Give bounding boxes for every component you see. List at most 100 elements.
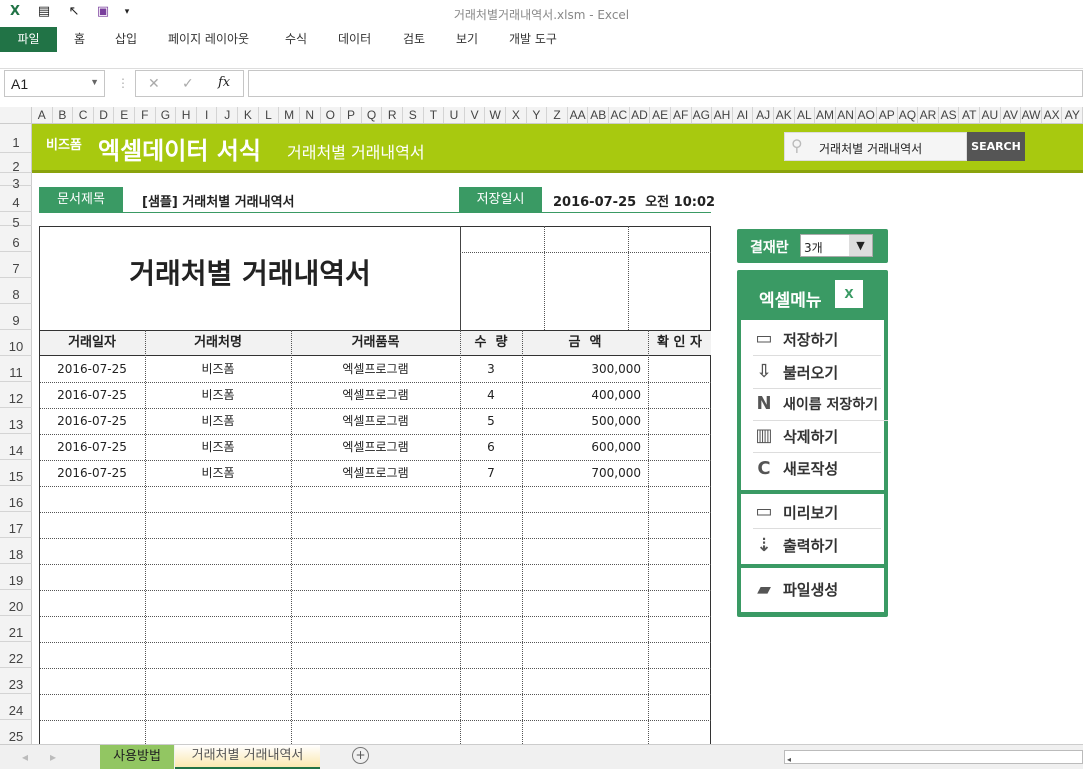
column-header[interactable]: AR: [918, 107, 939, 123]
tab-view[interactable]: 보기: [446, 27, 488, 52]
row-header[interactable]: 2: [0, 153, 32, 174]
column-header[interactable]: P: [341, 107, 362, 123]
column-header[interactable]: AF: [671, 107, 692, 123]
menu-create-file[interactable]: ▰ 파일생성: [753, 573, 881, 606]
column-header[interactable]: J: [217, 107, 239, 123]
column-header[interactable]: AO: [856, 107, 877, 123]
column-header[interactable]: D: [94, 107, 115, 123]
column-header[interactable]: AA: [568, 107, 589, 123]
column-header[interactable]: AI: [733, 107, 754, 123]
column-header[interactable]: X: [506, 107, 527, 123]
chevron-down-icon[interactable]: ▼: [849, 235, 872, 256]
row-header[interactable]: 17: [0, 512, 32, 538]
menu-print[interactable]: ⇣ 출력하기: [753, 529, 881, 562]
column-header[interactable]: F: [135, 107, 156, 123]
tab-file[interactable]: 파일: [0, 27, 57, 52]
column-header[interactable]: E: [114, 107, 136, 123]
column-header[interactable]: AV: [1001, 107, 1022, 123]
column-header[interactable]: C: [73, 107, 94, 123]
column-header[interactable]: AC: [609, 107, 630, 123]
menu-preview[interactable]: ▭ 미리보기: [753, 496, 881, 529]
column-header[interactable]: K: [238, 107, 259, 123]
tab-review[interactable]: 검토: [393, 27, 435, 52]
column-header[interactable]: Y: [527, 107, 548, 123]
row-header[interactable]: 14: [0, 434, 32, 460]
column-header[interactable]: AU: [980, 107, 1001, 123]
column-header[interactable]: S: [403, 107, 424, 123]
select-all-button[interactable]: [0, 107, 32, 124]
table-cell[interactable]: 300,000: [522, 356, 648, 382]
column-header[interactable]: AL: [795, 107, 816, 123]
column-header[interactable]: G: [156, 107, 177, 123]
table-cell[interactable]: 엑셀프로그램: [291, 356, 460, 382]
table-cell[interactable]: 비즈폼: [145, 460, 291, 486]
row-header[interactable]: 13: [0, 408, 32, 434]
chevron-down-icon[interactable]: ▼: [90, 77, 99, 87]
column-header[interactable]: N: [300, 107, 321, 123]
column-header[interactable]: AS: [939, 107, 960, 123]
table-cell[interactable]: 4: [460, 382, 522, 408]
prev-sheet-icon[interactable]: ◂: [22, 750, 28, 764]
row-header[interactable]: 8: [0, 278, 32, 304]
row-header[interactable]: 5: [0, 212, 32, 230]
column-header[interactable]: R: [382, 107, 403, 123]
column-header[interactable]: M: [279, 107, 300, 123]
column-header[interactable]: AB: [588, 107, 610, 123]
menu-new[interactable]: C 새로작성: [753, 452, 881, 485]
row-header[interactable]: 12: [0, 382, 32, 408]
table-cell[interactable]: 600,000: [522, 434, 648, 460]
add-sheet-icon[interactable]: +: [352, 747, 369, 764]
next-sheet-icon[interactable]: ▸: [50, 750, 56, 764]
tab-insert[interactable]: 삽입: [105, 27, 147, 52]
search-input[interactable]: ⚲ 거래처별 거래내역서: [784, 132, 967, 161]
table-cell[interactable]: 2016-07-25: [39, 356, 145, 382]
row-header[interactable]: 18: [0, 538, 32, 564]
table-cell[interactable]: 비즈폼: [145, 434, 291, 460]
column-header[interactable]: AY: [1062, 107, 1083, 123]
row-header[interactable]: 16: [0, 486, 32, 512]
table-cell[interactable]: 700,000: [522, 460, 648, 486]
column-header[interactable]: AQ: [898, 107, 919, 123]
table-cell[interactable]: 엑셀프로그램: [291, 408, 460, 434]
row-header[interactable]: 25: [0, 720, 32, 746]
table-cell[interactable]: 2016-07-25: [39, 460, 145, 486]
column-header[interactable]: AD: [630, 107, 651, 123]
table-cell[interactable]: 비즈폼: [145, 382, 291, 408]
table-cell[interactable]: 400,000: [522, 382, 648, 408]
row-header[interactable]: 6: [0, 226, 32, 252]
column-header[interactable]: V: [465, 107, 486, 123]
column-header[interactable]: AW: [1021, 107, 1042, 123]
column-header[interactable]: AP: [877, 107, 898, 123]
table-cell[interactable]: 비즈폼: [145, 356, 291, 382]
row-header[interactable]: 20: [0, 590, 32, 616]
tab-formulas[interactable]: 수식: [275, 27, 317, 52]
column-header[interactable]: AE: [650, 107, 671, 123]
column-header[interactable]: L: [259, 107, 280, 123]
sheet-tab-usage[interactable]: 사용방법: [100, 745, 174, 769]
formula-input[interactable]: [248, 70, 1083, 97]
column-header[interactable]: W: [485, 107, 507, 123]
column-header[interactable]: Q: [362, 107, 383, 123]
row-header[interactable]: 7: [0, 252, 32, 278]
column-header[interactable]: A: [32, 107, 53, 123]
tab-page-layout[interactable]: 페이지 레이아웃: [158, 27, 259, 52]
insert-function-icon[interactable]: fx: [218, 75, 230, 90]
table-cell[interactable]: 500,000: [522, 408, 648, 434]
search-button[interactable]: SEARCH: [967, 132, 1025, 161]
column-header[interactable]: AH: [712, 107, 733, 123]
column-header[interactable]: Z: [547, 107, 568, 123]
column-header[interactable]: B: [53, 107, 74, 123]
column-header[interactable]: O: [321, 107, 342, 123]
row-header[interactable]: 11: [0, 356, 32, 382]
column-header[interactable]: I: [197, 107, 218, 123]
column-header[interactable]: AM: [815, 107, 836, 123]
row-header[interactable]: 15: [0, 460, 32, 486]
row-header[interactable]: 24: [0, 694, 32, 720]
menu-save[interactable]: ▭ 저장하기: [753, 323, 881, 356]
column-header[interactable]: AK: [774, 107, 795, 123]
menu-save-as[interactable]: N 새이름 저장하기: [753, 388, 888, 421]
table-cell[interactable]: 7: [460, 460, 522, 486]
horizontal-scrollbar[interactable]: ◂: [784, 750, 1083, 764]
enter-icon[interactable]: ✓: [182, 76, 194, 92]
row-header[interactable]: 1: [0, 124, 32, 153]
